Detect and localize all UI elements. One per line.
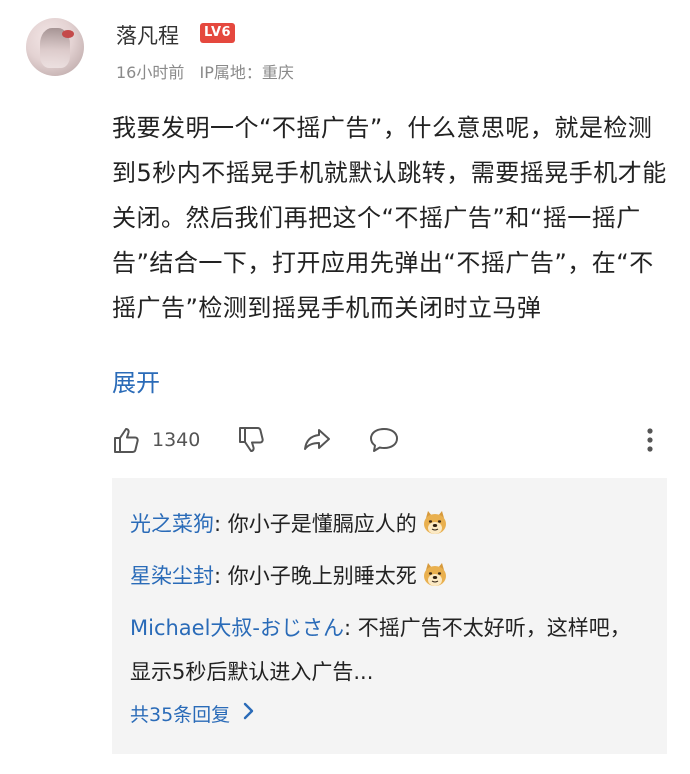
reply-text: 你小子是懂膈应人的: [227, 512, 417, 536]
ip-location: IP属地：重庆: [199, 63, 294, 82]
chevron-right-icon: [230, 702, 254, 725]
reply-separator: :: [344, 616, 358, 640]
expand-link[interactable]: 展开: [112, 366, 160, 400]
reply-text: 你小子晚上别睡太死: [227, 564, 417, 588]
comment-body: 我要发明一个“不摇广告”，什么意思呢，就是检测到5秒内不摇晃手机就默认跳转，需要…: [112, 114, 667, 322]
reply-item[interactable]: 光之菜狗: 你小子是懂膈应人的: [130, 506, 650, 542]
more-vertical-icon: [644, 425, 656, 455]
reply-username[interactable]: 光之菜狗: [130, 512, 214, 536]
reply-item[interactable]: 星染尘封: 你小子晚上别睡太死: [130, 558, 650, 594]
all-replies-label: 共35条回复: [130, 704, 231, 726]
dislike-button[interactable]: [237, 420, 267, 460]
doge-emoji-icon: [421, 561, 449, 589]
share-icon: [302, 425, 332, 455]
doge-emoji-icon: [421, 509, 449, 537]
reply-separator: :: [214, 512, 228, 536]
username[interactable]: 落凡程: [116, 20, 179, 50]
comment-actions: 1340: [112, 420, 667, 460]
like-count: 1340: [152, 429, 201, 451]
reply-username[interactable]: Michael大叔-おじさん: [130, 616, 344, 640]
comment-bubble-icon: [368, 425, 400, 455]
reply-separator: :: [214, 564, 228, 588]
reply-item[interactable]: Michael大叔-おじさん: 不摇广告不太好听，这样吧，显示5秒后默认进入广告…: [130, 606, 650, 694]
reply-username[interactable]: 星染尘封: [130, 564, 214, 588]
level-badge: LV6: [200, 23, 236, 43]
replies-panel: 光之菜狗: 你小子是懂膈应人的 星染尘封: 你小子晚上别睡太死 Michael大…: [112, 478, 667, 754]
more-button[interactable]: [644, 420, 656, 460]
thumbs-down-icon: [237, 425, 267, 455]
avatar-accent: [62, 30, 74, 38]
view-all-replies-link[interactable]: 共35条回复: [130, 700, 254, 727]
reply-button[interactable]: [368, 420, 400, 460]
like-button[interactable]: 1340: [112, 420, 200, 460]
share-button[interactable]: [302, 420, 332, 460]
avatar[interactable]: [26, 18, 84, 76]
comment-meta: 16小时前 IP属地：重庆: [116, 59, 304, 83]
comment-time: 16小时前: [116, 63, 185, 82]
thumbs-up-icon: [112, 425, 142, 455]
